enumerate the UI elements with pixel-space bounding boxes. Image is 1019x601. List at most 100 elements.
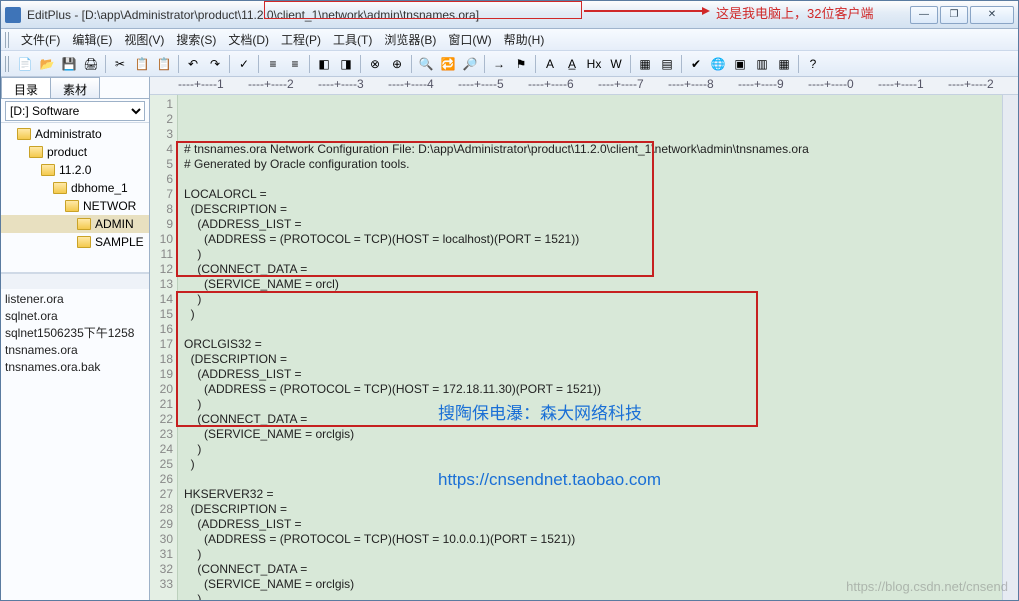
indent-right-icon[interactable]: ≡: [285, 54, 305, 74]
code-line[interactable]: (ADDRESS = (PROTOCOL = TCP)(HOST = local…: [184, 232, 1002, 247]
tree-node[interactable]: Administrato: [1, 125, 149, 143]
check-icon[interactable]: ✔: [686, 54, 706, 74]
menu-4[interactable]: 文档(D): [222, 29, 275, 50]
code-line[interactable]: ): [184, 592, 1002, 600]
browser-icon[interactable]: 🌐: [708, 54, 728, 74]
line-number: 24: [150, 442, 173, 457]
code-line[interactable]: (ADDRESS_LIST =: [184, 517, 1002, 532]
code-line[interactable]: LOCALORCL =: [184, 187, 1002, 202]
code-line[interactable]: (DESCRIPTION =: [184, 502, 1002, 517]
menu-6[interactable]: 工具(T): [327, 29, 378, 50]
code-line[interactable]: (SERVICE_NAME = orclgis): [184, 577, 1002, 592]
tree-node[interactable]: NETWOR: [1, 197, 149, 215]
file-item[interactable]: tnsnames.ora.bak: [5, 359, 145, 376]
toggle-icon[interactable]: ◧: [314, 54, 334, 74]
code-line[interactable]: (CONNECT_DATA =: [184, 412, 1002, 427]
code-line[interactable]: # Generated by Oracle configuration tool…: [184, 157, 1002, 172]
code-line[interactable]: [184, 322, 1002, 337]
code-line[interactable]: [184, 472, 1002, 487]
file-item[interactable]: listener.ora: [5, 291, 145, 308]
code-line[interactable]: (ADDRESS = (PROTOCOL = TCP)(HOST = 10.0.…: [184, 532, 1002, 547]
menu-8[interactable]: 窗口(W): [442, 29, 497, 50]
folder-tree[interactable]: Administratoproduct11.2.0dbhome_1NETWORA…: [1, 123, 149, 273]
tile2-icon[interactable]: ▤: [657, 54, 677, 74]
tree-node[interactable]: 11.2.0: [1, 161, 149, 179]
font-aa-icon[interactable]: A̲: [562, 54, 582, 74]
win-icon[interactable]: ▣: [730, 54, 750, 74]
bookmark-icon[interactable]: ⚑: [511, 54, 531, 74]
menu-3[interactable]: 搜索(S): [170, 29, 222, 50]
find-files-icon[interactable]: 🔎: [460, 54, 480, 74]
font-a-icon[interactable]: A: [540, 54, 560, 74]
circle-x-icon[interactable]: ⊗: [365, 54, 385, 74]
code-editor[interactable]: 1234567891011121314151617181920212223242…: [150, 95, 1018, 600]
menu-0[interactable]: 文件(F): [15, 29, 66, 50]
code-line[interactable]: ORCLGIS32 =: [184, 337, 1002, 352]
replace-icon[interactable]: 🔁: [438, 54, 458, 74]
tree-node[interactable]: product: [1, 143, 149, 161]
code-line[interactable]: (CONNECT_DATA =: [184, 562, 1002, 577]
win2-icon[interactable]: ▥: [752, 54, 772, 74]
menu-5[interactable]: 工程(P): [275, 29, 327, 50]
copy-icon[interactable]: 📋: [132, 54, 152, 74]
tree-node[interactable]: ADMIN: [1, 215, 149, 233]
code-line[interactable]: ): [184, 307, 1002, 322]
code-line[interactable]: # tnsnames.ora Network Configuration Fil…: [184, 142, 1002, 157]
undo-icon[interactable]: ↶: [183, 54, 203, 74]
minimize-button[interactable]: —: [910, 6, 938, 24]
tab-resources[interactable]: 素材: [50, 77, 100, 98]
code-content[interactable]: # tnsnames.ora Network Configuration Fil…: [178, 95, 1002, 600]
tile-icon[interactable]: ▦: [635, 54, 655, 74]
paste-icon[interactable]: 📋: [154, 54, 174, 74]
code-line[interactable]: [184, 172, 1002, 187]
tree-scrollbar[interactable]: [1, 273, 149, 289]
code-line[interactable]: ): [184, 547, 1002, 562]
maximize-button[interactable]: ❐: [940, 6, 968, 24]
new-file-icon[interactable]: 📄: [15, 54, 35, 74]
menu-1[interactable]: 编辑(E): [66, 29, 118, 50]
line-number: 15: [150, 307, 173, 322]
code-line[interactable]: (SERVICE_NAME = orcl): [184, 277, 1002, 292]
code-line[interactable]: ): [184, 457, 1002, 472]
file-item[interactable]: tnsnames.ora: [5, 342, 145, 359]
save-icon[interactable]: 💾: [59, 54, 79, 74]
menu-9[interactable]: 帮助(H): [498, 29, 551, 50]
goto-icon[interactable]: →: [489, 54, 509, 74]
code-line[interactable]: ): [184, 247, 1002, 262]
code-line[interactable]: (ADDRESS_LIST =: [184, 367, 1002, 382]
code-line[interactable]: HKSERVER32 =: [184, 487, 1002, 502]
help-icon[interactable]: ?: [803, 54, 823, 74]
tab-directory[interactable]: 目录: [1, 77, 51, 98]
code-line[interactable]: (DESCRIPTION =: [184, 352, 1002, 367]
menu-7[interactable]: 浏览器(B): [378, 29, 442, 50]
hex-icon[interactable]: Hx: [584, 54, 604, 74]
cut-icon[interactable]: ✂: [110, 54, 130, 74]
code-line[interactable]: ): [184, 397, 1002, 412]
circle-plus-icon[interactable]: ⊕: [387, 54, 407, 74]
code-line[interactable]: (CONNECT_DATA =: [184, 262, 1002, 277]
find-icon[interactable]: 🔍: [416, 54, 436, 74]
editor-scrollbar[interactable]: [1002, 95, 1018, 600]
drive-select[interactable]: [D:] Software: [5, 101, 145, 121]
code-line[interactable]: (SERVICE_NAME = orclgis): [184, 427, 1002, 442]
toggle2-icon[interactable]: ◨: [336, 54, 356, 74]
code-line[interactable]: ): [184, 442, 1002, 457]
spell-icon[interactable]: ✓: [234, 54, 254, 74]
menu-2[interactable]: 视图(V): [118, 29, 170, 50]
code-line[interactable]: (DESCRIPTION =: [184, 202, 1002, 217]
redo-icon[interactable]: ↷: [205, 54, 225, 74]
word-icon[interactable]: W: [606, 54, 626, 74]
file-item[interactable]: sqlnet.ora: [5, 308, 145, 325]
print-icon[interactable]: 🖨: [81, 54, 101, 74]
indent-left-icon[interactable]: ≡: [263, 54, 283, 74]
close-button[interactable]: ✕: [970, 6, 1014, 24]
code-line[interactable]: (ADDRESS = (PROTOCOL = TCP)(HOST = 172.1…: [184, 382, 1002, 397]
open-icon[interactable]: 📂: [37, 54, 57, 74]
tree-node[interactable]: SAMPLE: [1, 233, 149, 251]
code-line[interactable]: (ADDRESS_LIST =: [184, 217, 1002, 232]
file-list[interactable]: listener.orasqlnet.orasqlnet1506235下午125…: [1, 289, 149, 600]
code-line[interactable]: ): [184, 292, 1002, 307]
tree-node[interactable]: dbhome_1: [1, 179, 149, 197]
file-item[interactable]: sqlnet1506235下午1258: [5, 325, 145, 342]
win3-icon[interactable]: ▦: [774, 54, 794, 74]
